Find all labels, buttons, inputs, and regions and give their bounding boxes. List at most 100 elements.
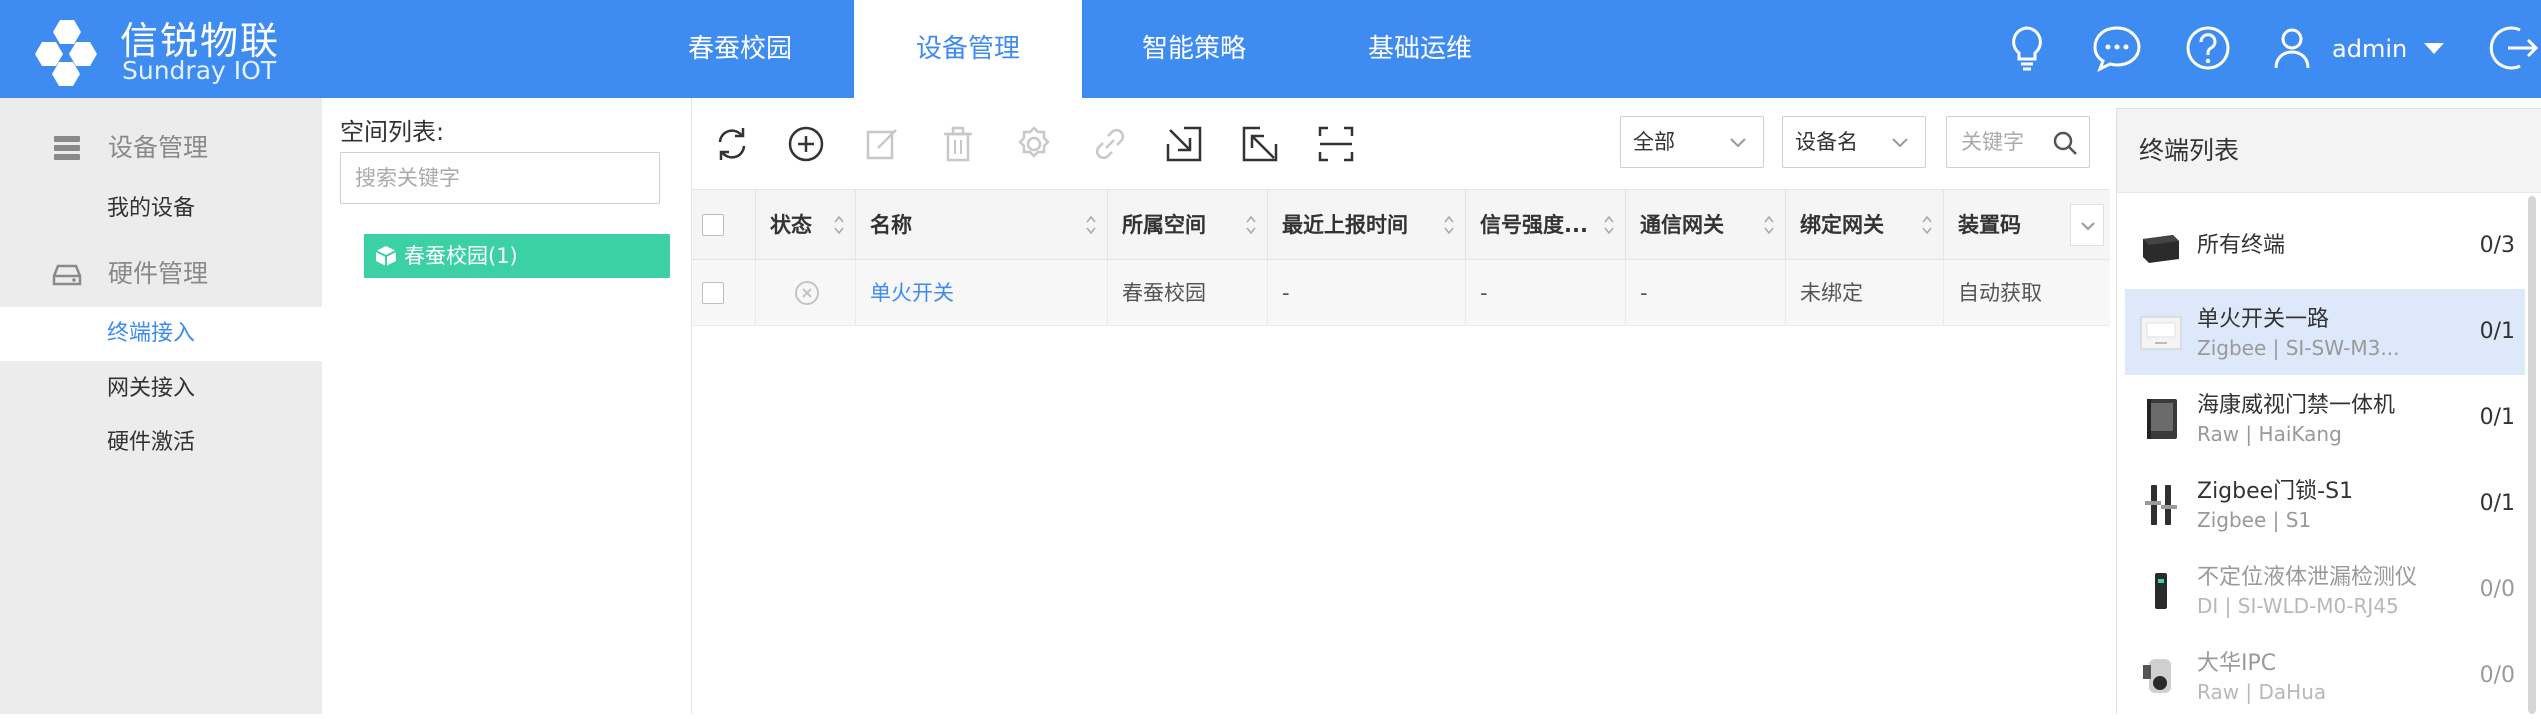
terminal-item-count: 0/1	[2479, 319, 2515, 344]
column-comm-gateway-label: 通信网关	[1640, 213, 1724, 237]
help-icon[interactable]	[2180, 20, 2236, 76]
terminal-item-name: 所有终端	[2197, 233, 2286, 258]
access-control-icon	[2147, 399, 2177, 439]
column-bind-gateway[interactable]: 绑定网关	[1786, 190, 1944, 260]
sort-icon[interactable]	[833, 214, 845, 236]
nav-campus[interactable]: 春蚕校园	[660, 0, 820, 98]
column-name[interactable]: 名称	[856, 190, 1108, 260]
brand-logo[interactable]: 信锐物联 Sundray IOT	[32, 6, 312, 92]
user-name[interactable]: admin	[2332, 0, 2407, 98]
toolbar: 全部 设备名 关键字	[692, 98, 2110, 190]
row-device-code-cell: 自动获取	[1958, 281, 2042, 305]
sidebar-group-label: 设备管理	[108, 133, 209, 162]
door-lock-icon	[2145, 485, 2177, 525]
add-icon[interactable]	[784, 122, 828, 166]
column-device-code-label: 装置码	[1958, 213, 2021, 237]
sort-icon[interactable]	[1245, 214, 1257, 236]
terminal-item-leak-detector[interactable]: 不定位液体泄漏检测仪 DI | SI-WLD-M0-RJ45 0/0	[2125, 547, 2525, 633]
filter-select-value: 全部	[1633, 130, 1675, 154]
sidebar-group-device-management[interactable]: 设备管理	[0, 118, 322, 178]
edit-icon[interactable]	[860, 122, 904, 166]
table-header: 状态 名称 所属空间 最近上报时间 信号强度... 通信网关 绑定网关 装置码	[692, 190, 2110, 260]
column-space[interactable]: 所属空间	[1108, 190, 1268, 260]
export-icon[interactable]	[1238, 122, 1282, 166]
select-all-checkbox[interactable]	[702, 214, 724, 236]
logout-icon[interactable]	[2486, 20, 2541, 76]
import-icon[interactable]	[1162, 122, 1206, 166]
row-bind-gateway-cell: 未绑定	[1786, 260, 1944, 326]
link-icon[interactable]	[1088, 122, 1132, 166]
row-signal-cell: -	[1466, 260, 1626, 326]
terminal-list-panel: 终端列表 所有终端 0/3 单火开关一路 Zigbee | SI-SW-M3..…	[2116, 108, 2541, 714]
column-last-report[interactable]: 最近上报时间	[1268, 190, 1466, 260]
column-menu-button[interactable]	[2070, 204, 2104, 246]
sort-icon[interactable]	[1085, 214, 1097, 236]
column-signal[interactable]: 信号强度...	[1466, 190, 1626, 260]
filter-select[interactable]: 全部	[1620, 116, 1764, 168]
user-icon[interactable]	[2264, 20, 2320, 76]
terminal-item-sub: DI | SI-WLD-M0-RJ45	[2197, 594, 2399, 618]
header-select-all-cell	[692, 190, 756, 260]
device-table-area: 全部 设备名 关键字 状态 名称 所属空间 最近上报时间 信号强度... 通信网…	[692, 98, 2110, 714]
column-device-code[interactable]: 装置码	[1944, 190, 2070, 260]
field-select[interactable]: 设备名	[1782, 116, 1926, 168]
terminal-item-sub: Zigbee | S1	[2197, 508, 2312, 532]
row-select-cell	[692, 260, 756, 326]
terminal-item-sub: Raw | DaHua	[2197, 680, 2327, 704]
row-checkbox[interactable]	[702, 282, 724, 304]
tree-node-campus[interactable]: 春蚕校园(1)	[364, 234, 670, 278]
column-status-label: 状态	[770, 213, 812, 237]
column-last-report-label: 最近上报时间	[1282, 213, 1408, 237]
sidebar-item-terminal-access[interactable]: 终端接入	[0, 307, 322, 361]
column-space-label: 所属空间	[1122, 213, 1206, 237]
terminal-item-name: 海康威视门禁一体机	[2197, 393, 2396, 418]
delete-icon[interactable]	[936, 122, 980, 166]
sort-icon[interactable]	[1763, 214, 1775, 236]
space-panel: 空间列表: 春蚕校园(1)	[322, 98, 692, 714]
chat-icon[interactable]	[2089, 20, 2145, 76]
scan-icon[interactable]	[1314, 122, 1358, 166]
terminal-item-hikvision[interactable]: 海康威视门禁一体机 Raw | HaiKang 0/1	[2125, 375, 2525, 461]
device-name-link[interactable]: 单火开关	[870, 281, 954, 305]
terminal-item-count: 0/1	[2479, 405, 2515, 430]
sidebar-item-my-devices[interactable]: 我的设备	[0, 182, 322, 236]
terminal-list-title: 终端列表	[2117, 109, 2541, 193]
terminal-item-count: 0/0	[2479, 577, 2515, 602]
table-row[interactable]: 单火开关 春蚕校园 - - - 未绑定 自动获取	[692, 260, 2110, 326]
terminal-item-sub: Zigbee | SI-SW-M3...	[2197, 336, 2400, 360]
column-bind-gateway-label: 绑定网关	[1800, 213, 1884, 237]
terminal-item-all[interactable]: 所有终端 0/3	[2125, 203, 2525, 289]
search-icon[interactable]	[2051, 129, 2079, 157]
field-select-value: 设备名	[1795, 130, 1858, 154]
terminal-item-zigbee-lock[interactable]: Zigbee门锁-S1 Zigbee | S1 0/1	[2125, 461, 2525, 547]
column-status[interactable]: 状态	[756, 190, 856, 260]
terminal-item-name: 单火开关一路	[2197, 307, 2330, 332]
terminal-item-dahua-ipc[interactable]: 大华IPC Raw | DaHua 0/0	[2125, 633, 2525, 719]
refresh-icon[interactable]	[710, 122, 754, 166]
space-list-title: 空间列表:	[340, 118, 445, 146]
terminal-item-single-switch[interactable]: 单火开关一路 Zigbee | SI-SW-M3... 0/1	[2125, 289, 2525, 375]
sort-icon[interactable]	[1603, 214, 1615, 236]
sort-icon[interactable]	[1921, 214, 1933, 236]
chevron-down-icon	[1730, 138, 1746, 148]
space-search-input[interactable]	[340, 152, 660, 204]
lightbulb-icon[interactable]	[1999, 20, 2055, 76]
terminal-list-scrollbar[interactable]	[2528, 196, 2536, 714]
sidebar-item-gateway-access[interactable]: 网关接入	[0, 362, 322, 416]
all-terminals-icon	[2143, 235, 2179, 263]
sidebar-group-hardware-management[interactable]: 硬件管理	[0, 244, 322, 304]
keyword-search-input[interactable]: 关键字	[1946, 116, 2090, 168]
hardware-icon	[52, 264, 82, 286]
settings-icon[interactable]	[1012, 122, 1056, 166]
sidebar-item-hardware-activation[interactable]: 硬件激活	[0, 416, 322, 470]
nav-smart-strategy[interactable]: 智能策略	[1114, 0, 1274, 98]
chevron-down-icon[interactable]	[2418, 20, 2450, 76]
terminal-item-count: 0/0	[2479, 663, 2515, 688]
nav-basic-ops[interactable]: 基础运维	[1340, 0, 1500, 98]
nav-device-management[interactable]: 设备管理	[854, 0, 1082, 98]
sort-icon[interactable]	[1443, 214, 1455, 236]
row-space-cell: 春蚕校园	[1108, 260, 1268, 326]
terminal-item-count: 0/3	[2479, 233, 2515, 258]
column-comm-gateway[interactable]: 通信网关	[1626, 190, 1786, 260]
column-name-label: 名称	[870, 213, 912, 237]
